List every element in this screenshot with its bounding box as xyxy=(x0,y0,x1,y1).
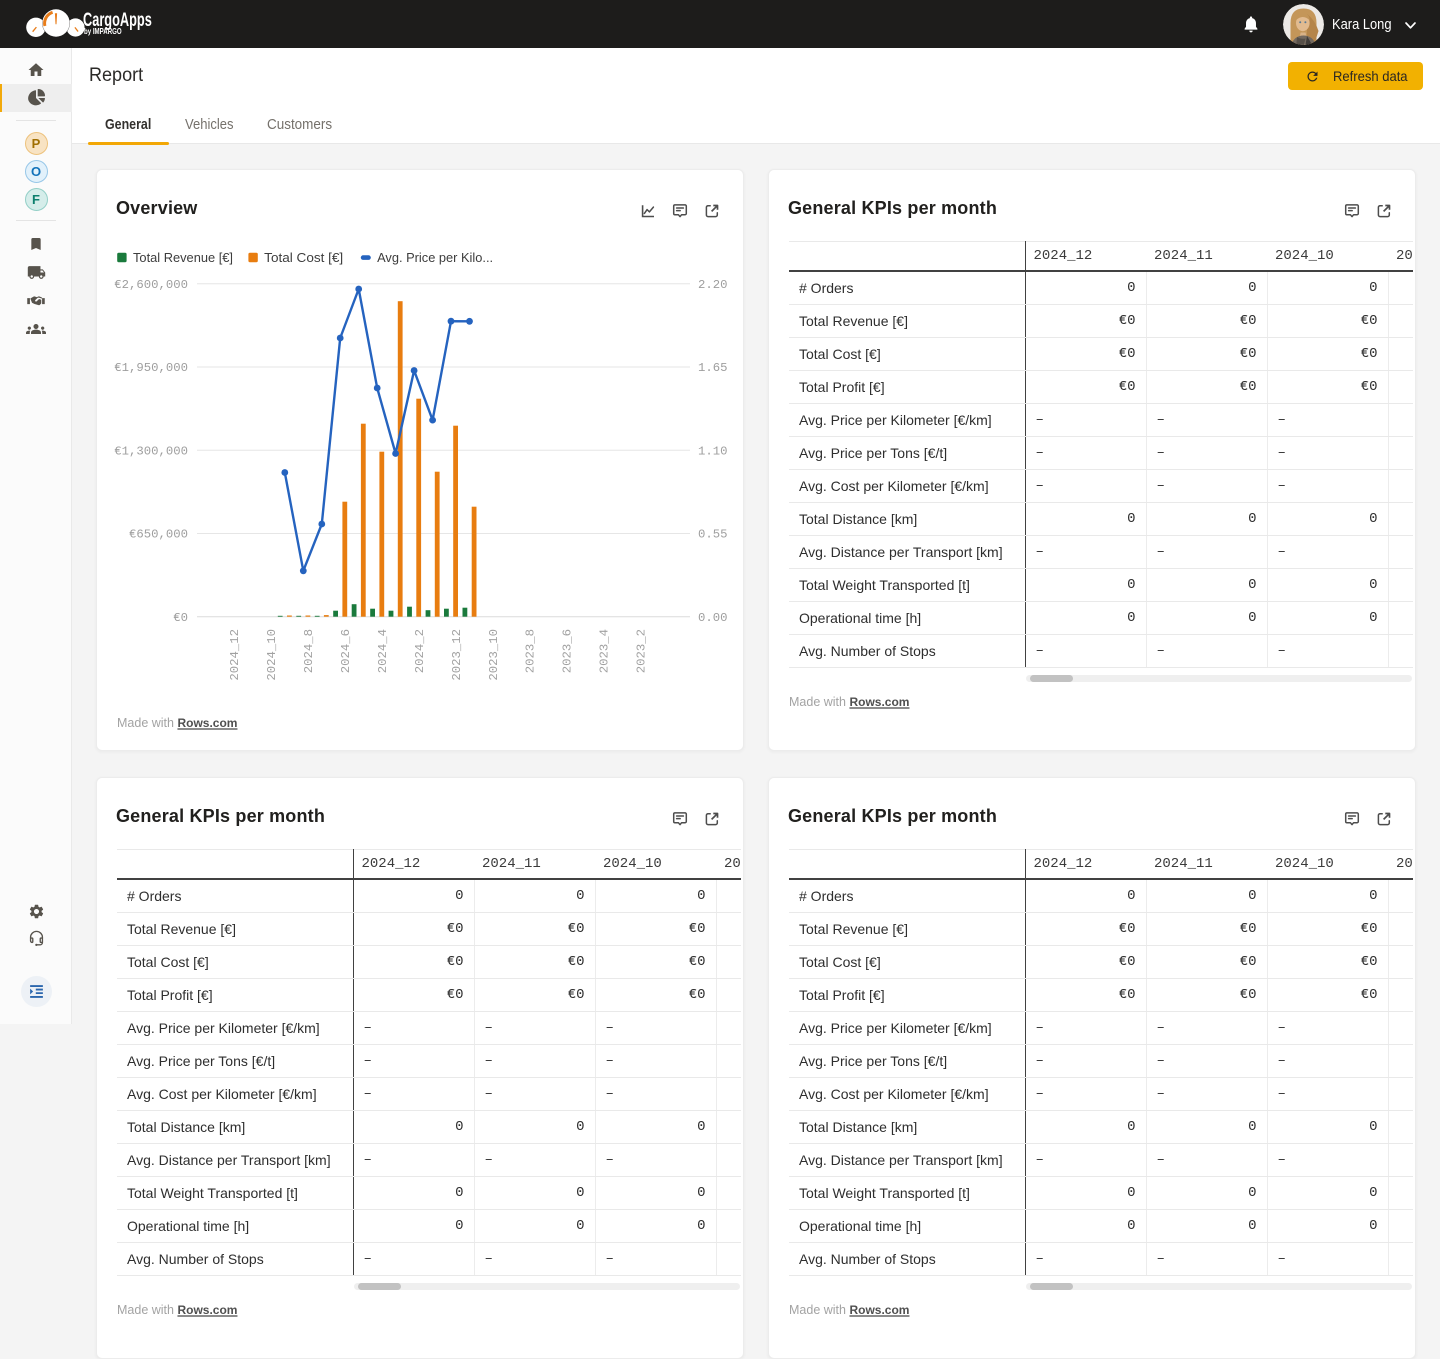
svg-text:Avg. Price per Kilo...: Avg. Price per Kilo... xyxy=(377,250,493,265)
svg-text:Total Revenue [€]: Total Revenue [€] xyxy=(133,250,233,265)
svg-text:1.65: 1.65 xyxy=(698,361,728,375)
svg-text:2023_2: 2023_2 xyxy=(635,629,649,673)
svg-text:0.00: 0.00 xyxy=(698,611,728,625)
svg-text:2024_12: 2024_12 xyxy=(228,629,242,681)
svg-text:2.20: 2.20 xyxy=(698,278,728,292)
svg-text:2023_6: 2023_6 xyxy=(561,629,575,673)
svg-text:0.55: 0.55 xyxy=(698,528,728,542)
svg-text:2023_10: 2023_10 xyxy=(487,629,501,681)
svg-text:2023_12: 2023_12 xyxy=(450,629,464,681)
svg-text:2023_4: 2023_4 xyxy=(598,629,612,673)
svg-text:Total Cost [€]: Total Cost [€] xyxy=(264,250,343,265)
svg-text:2024_8: 2024_8 xyxy=(302,629,316,673)
svg-text:€2,600,000: €2,600,000 xyxy=(114,278,188,292)
svg-text:2024_2: 2024_2 xyxy=(413,629,427,673)
svg-text:€650,000: €650,000 xyxy=(129,528,188,542)
svg-text:2023_8: 2023_8 xyxy=(524,629,538,673)
svg-text:€1,950,000: €1,950,000 xyxy=(114,361,188,375)
svg-text:€0: €0 xyxy=(173,611,188,625)
svg-text:1.10: 1.10 xyxy=(698,444,728,458)
svg-text:2024_4: 2024_4 xyxy=(376,629,390,673)
svg-text:€1,300,000: €1,300,000 xyxy=(114,444,188,458)
svg-text:2024_10: 2024_10 xyxy=(265,629,279,681)
svg-text:2024_6: 2024_6 xyxy=(339,629,353,673)
